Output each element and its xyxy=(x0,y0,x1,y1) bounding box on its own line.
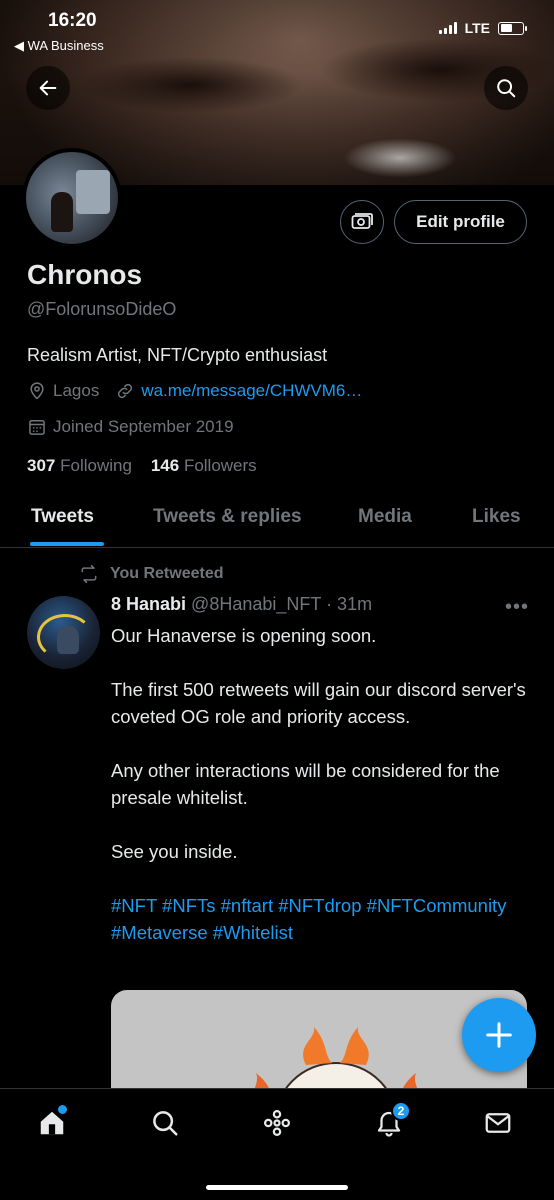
search-icon xyxy=(153,1111,178,1136)
tweet-header: 8 Hanabi @8Hanabi_NFT · 31m xyxy=(111,594,372,615)
bottom-navigation: 2 xyxy=(0,1088,554,1200)
tweet-paragraph: See you inside. xyxy=(111,841,238,862)
tweet-time: · 31m xyxy=(326,594,373,614)
back-to-app-link[interactable]: ◀ WA Business xyxy=(14,38,104,54)
active-tab-indicator xyxy=(30,542,104,546)
tab-media[interactable]: Media xyxy=(358,506,412,528)
tweet-more-button[interactable]: ••• xyxy=(505,596,529,619)
tweet-author-avatar[interactable] xyxy=(27,596,100,669)
tweet-paragraph: Our Hanaverse is opening soon. xyxy=(111,625,377,646)
profile-avatar[interactable] xyxy=(22,148,122,248)
tweet-hashtags[interactable]: #NFT #NFTs #nftart #NFTdrop #NFTCommunit… xyxy=(111,892,531,946)
profile-tabs: Tweets Tweets & replies Media Likes xyxy=(0,496,554,548)
tab-likes[interactable]: Likes xyxy=(472,506,521,528)
profile-meta-location-link: Lagos wa.me/message/CHWVM6… xyxy=(27,381,362,401)
tweet-body: Our Hanaverse is opening soon. The first… xyxy=(111,622,531,946)
profile-bio: Realism Artist, NFT/Crypto enthusiast xyxy=(27,345,328,365)
follow-counts: 307 Following 146 Followers xyxy=(27,456,257,476)
profile-location: Lagos xyxy=(53,381,100,400)
profile-name: Chronos xyxy=(27,259,143,290)
search-icon xyxy=(497,79,516,98)
money-icon xyxy=(351,213,373,229)
back-button[interactable] xyxy=(26,66,70,110)
nav-explore[interactable] xyxy=(145,1103,185,1143)
profile-handle: @FolorunsoDideO xyxy=(27,299,177,319)
envelope-icon xyxy=(485,1113,511,1133)
followers-label: Followers xyxy=(183,456,257,475)
plus-icon xyxy=(486,1022,512,1048)
following-link[interactable]: 307 Following xyxy=(27,456,132,475)
tweet-author-name[interactable]: 8 Hanabi xyxy=(111,594,186,614)
spaces-icon xyxy=(264,1110,290,1136)
nav-messages[interactable] xyxy=(478,1103,518,1143)
home-indicator[interactable] xyxy=(206,1185,348,1190)
retweet-icon xyxy=(81,564,97,584)
tab-tweets[interactable]: Tweets xyxy=(31,506,94,528)
battery-icon xyxy=(498,21,527,35)
profile-joined: Joined September 2019 xyxy=(53,417,234,436)
home-notification-dot xyxy=(58,1105,67,1114)
nav-home[interactable] xyxy=(32,1103,72,1143)
nav-spaces[interactable] xyxy=(257,1103,297,1143)
tweet-paragraph: The first 500 retweets will gain our dis… xyxy=(111,679,526,727)
compose-tweet-button[interactable] xyxy=(462,998,536,1072)
calendar-icon xyxy=(29,420,45,435)
network-label: LTE xyxy=(464,20,490,36)
tweet-paragraph: Any other interactions will be considere… xyxy=(111,760,500,808)
arrow-left-icon xyxy=(39,80,57,96)
retweet-label: You Retweeted xyxy=(110,565,224,582)
following-label: Following xyxy=(60,456,132,475)
signal-icon xyxy=(438,22,457,34)
status-time: 16:20 xyxy=(48,10,97,31)
followers-count: 146 xyxy=(150,456,180,475)
tab-tweets-and-replies[interactable]: Tweets & replies xyxy=(153,506,302,528)
nav-notifications[interactable]: 2 xyxy=(369,1101,411,1143)
status-indicators: LTE xyxy=(438,20,527,36)
followers-link[interactable]: 146 Followers xyxy=(151,456,257,475)
edit-profile-button[interactable]: Edit profile xyxy=(394,200,527,244)
link-icon xyxy=(118,383,133,399)
location-pin-icon xyxy=(30,382,44,400)
profile-website-link[interactable]: wa.me/message/CHWVM6… xyxy=(141,381,362,401)
following-count: 307 xyxy=(27,456,56,475)
search-button[interactable] xyxy=(484,66,528,110)
profile-joined-row: Joined September 2019 xyxy=(27,417,234,437)
notifications-badge: 2 xyxy=(391,1101,411,1121)
tweet-author-handle: @8Hanabi_NFT xyxy=(191,594,322,614)
retweet-context: You Retweeted xyxy=(78,564,224,584)
wallet-button[interactable] xyxy=(340,200,384,244)
